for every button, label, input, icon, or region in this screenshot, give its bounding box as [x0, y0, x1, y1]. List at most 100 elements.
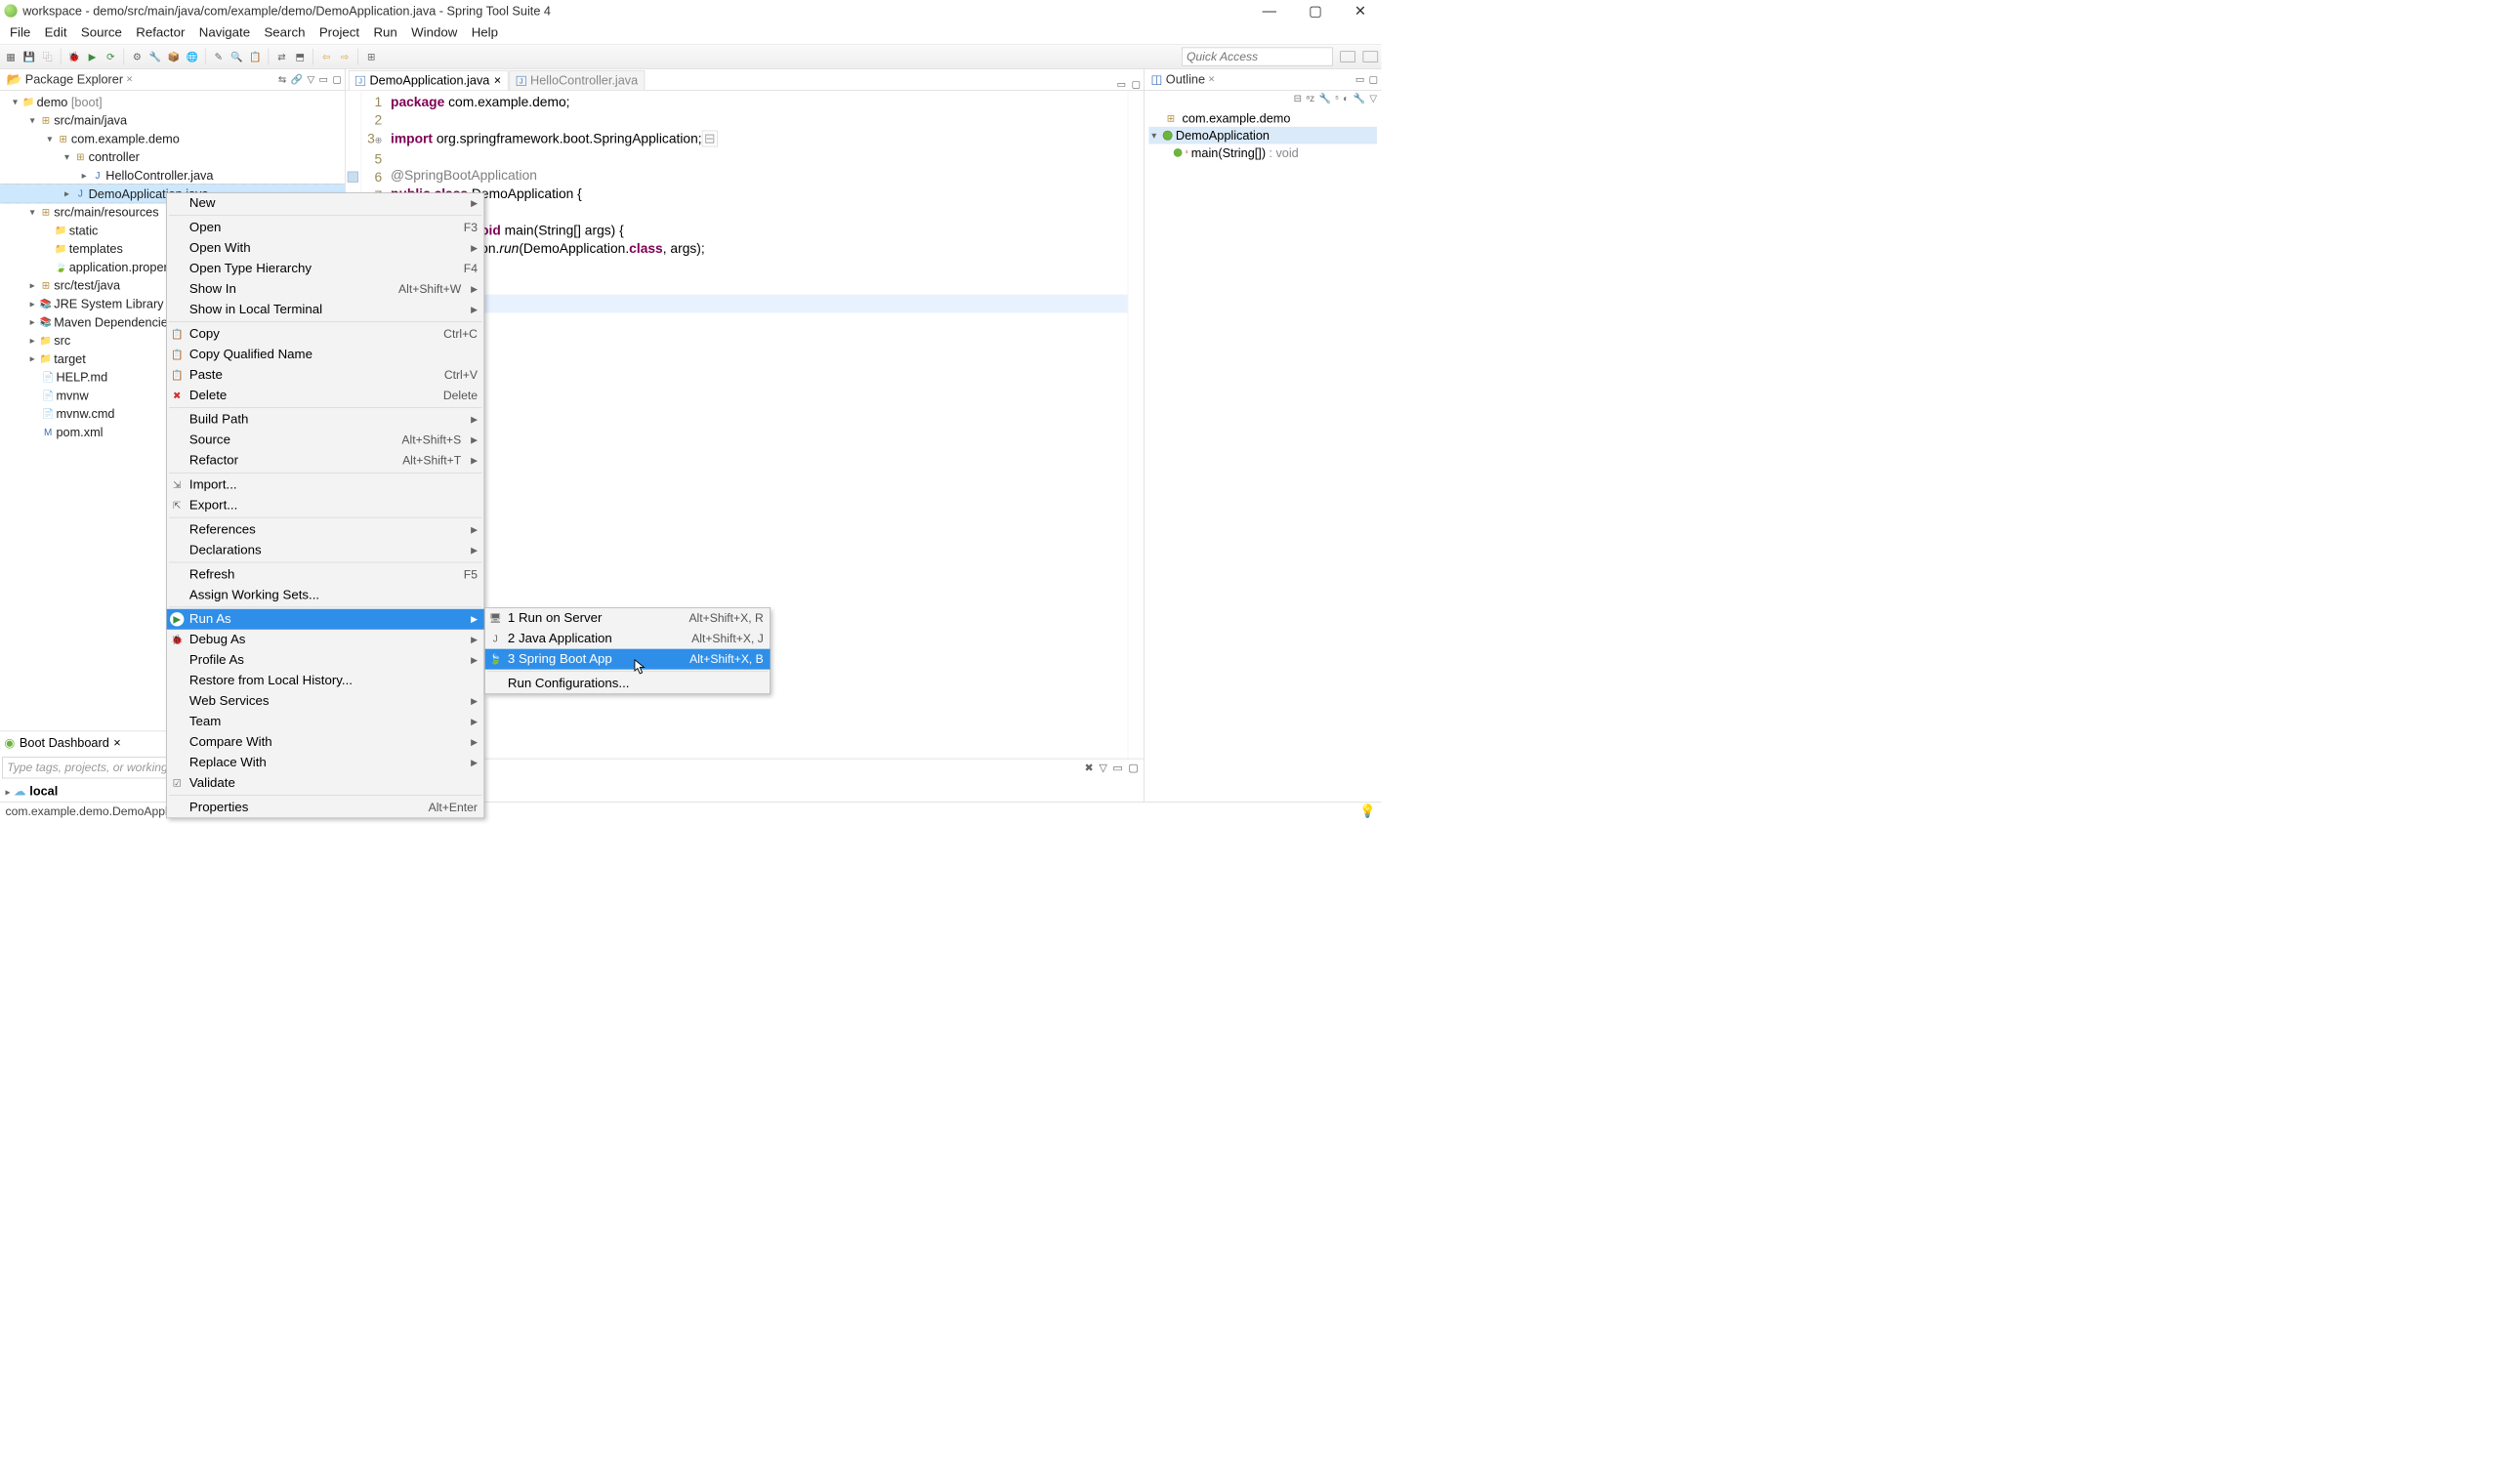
menu-item-open-type-hierarchy[interactable]: Open Type HierarchyF4 [167, 259, 484, 279]
editor-tab-hellocontroller[interactable]: J HelloController.java [509, 70, 645, 90]
overview-ruler[interactable] [1128, 91, 1145, 759]
hide-icon[interactable]: ◐ [1343, 93, 1349, 104]
close-button[interactable]: ✕ [1354, 2, 1366, 19]
sort-icon[interactable]: ⊟ [1294, 93, 1302, 104]
menu-item-copy[interactable]: 📋CopyCtrl+C [167, 324, 484, 345]
menu-file[interactable]: File [3, 23, 37, 43]
tool-icon[interactable]: 📋 [248, 49, 263, 63]
menu-item-refactor[interactable]: RefactorAlt+Shift+T▶ [167, 450, 484, 471]
menu-item-source[interactable]: SourceAlt+Shift+S▶ [167, 430, 484, 450]
menu-item-1-run-on-server[interactable]: 🖥1 Run on ServerAlt+Shift+X, R [485, 608, 771, 629]
menu-item-replace-with[interactable]: Replace With▶ [167, 753, 484, 773]
minimize-button[interactable]: — [1263, 2, 1276, 19]
nav-back-icon[interactable]: ⇦ [319, 49, 334, 63]
close-icon[interactable]: × [1208, 73, 1214, 86]
menu-item-web-services[interactable]: Web Services▶ [167, 691, 484, 712]
save-icon[interactable]: 💾 [21, 49, 36, 63]
hide-icon[interactable]: ˢ [1335, 93, 1338, 104]
menu-help[interactable]: Help [465, 23, 505, 43]
tool-icon[interactable]: ⬒ [292, 49, 307, 63]
tool-icon[interactable]: 🔧 [147, 49, 162, 63]
minimize-icon[interactable]: ▭ [1117, 79, 1126, 91]
menu-item-delete[interactable]: ✖DeleteDelete [167, 385, 484, 405]
close-icon[interactable]: × [494, 73, 501, 88]
menu-item-run-configurations-[interactable]: Run Configurations... [485, 674, 771, 694]
menu-item-refresh[interactable]: RefreshF5 [167, 564, 484, 585]
menu-item-new[interactable]: New▶ [167, 193, 484, 214]
view-menu-icon[interactable]: ▽ [307, 74, 314, 86]
maximize-icon[interactable]: ▢ [1132, 79, 1141, 91]
tool-icon[interactable]: ✎ [211, 49, 226, 63]
menu-item-run-as[interactable]: ▶Run As▶ [167, 609, 484, 630]
menu-item-restore-from-local-history-[interactable]: Restore from Local History... [167, 671, 484, 691]
menu-window[interactable]: Window [405, 23, 464, 43]
menu-item-validate[interactable]: ☑Validate [167, 773, 484, 794]
tool-icon[interactable]: ⇄ [274, 49, 289, 63]
debug-icon[interactable]: 🐞 [66, 49, 81, 63]
menu-item-show-in-local-terminal[interactable]: Show in Local Terminal▶ [167, 300, 484, 320]
menu-search[interactable]: Search [258, 23, 312, 43]
minimize-icon[interactable]: ▭ [1112, 762, 1122, 775]
menu-item-open-with[interactable]: Open With▶ [167, 238, 484, 259]
tip-icon[interactable]: 💡 [1359, 804, 1376, 819]
hide-icon[interactable]: 🔧 [1318, 93, 1330, 104]
menu-item-debug-as[interactable]: 🐞Debug As▶ [167, 630, 484, 650]
menu-item-compare-with[interactable]: Compare With▶ [167, 732, 484, 753]
minimize-icon[interactable]: ▭ [319, 74, 328, 86]
run-last-icon[interactable]: ⟳ [104, 49, 118, 63]
quick-access-input[interactable] [1182, 48, 1333, 66]
menu-navigate[interactable]: Navigate [192, 23, 257, 43]
menu-item-profile-as[interactable]: Profile As▶ [167, 650, 484, 671]
tool-icon[interactable]: 🔍 [229, 49, 244, 63]
perspective-debug-icon[interactable] [1363, 51, 1378, 62]
hide-icon[interactable]: 🔧 [1354, 93, 1365, 104]
collapse-icon[interactable]: ⇆ [278, 74, 286, 86]
nav-fwd-icon[interactable]: ⇨ [337, 49, 352, 63]
menu-item-copy-qualified-name[interactable]: 📋Copy Qualified Name [167, 344, 484, 364]
tool-icon[interactable]: ⚙ [130, 49, 145, 63]
menu-item-properties[interactable]: PropertiesAlt+Enter [167, 798, 484, 818]
menu-item-team[interactable]: Team▶ [167, 712, 484, 732]
remove-icon[interactable]: ✖ [1085, 762, 1094, 775]
menubar: File Edit Source Refactor Navigate Searc… [0, 21, 1381, 44]
perspective-java-icon[interactable] [1340, 51, 1354, 62]
outline-tree[interactable]: ⊞com.example.demo ▾DemoApplication ˢmain… [1145, 106, 1382, 165]
close-icon[interactable]: × [113, 736, 120, 751]
context-menu: New▶ OpenF3Open With▶Open Type HierarchyF… [166, 192, 484, 818]
filter-icon[interactable]: ᵃz [1306, 93, 1314, 104]
view-menu-icon[interactable]: ▽ [1369, 93, 1377, 104]
outline-class[interactable]: ▾DemoApplication [1148, 127, 1377, 144]
new-icon[interactable]: ▦ [3, 49, 18, 63]
menu-item-build-path[interactable]: Build Path▶ [167, 409, 484, 430]
menu-refactor[interactable]: Refactor [130, 23, 191, 43]
menu-item-paste[interactable]: 📋PasteCtrl+V [167, 364, 484, 385]
close-icon[interactable]: × [126, 73, 132, 86]
menu-item-declarations[interactable]: Declarations▶ [167, 540, 484, 560]
package-explorer-tab: 📂 Package Explorer × ⇆ 🔗 ▽ ▭ ▢ [0, 69, 345, 91]
menu-item-import-[interactable]: ⇲Import... [167, 474, 484, 495]
menu-edit[interactable]: Edit [38, 23, 73, 43]
maximize-button[interactable]: ▢ [1309, 2, 1322, 19]
menu-source[interactable]: Source [74, 23, 128, 43]
tool-icon[interactable]: 📦 [166, 49, 181, 63]
run-icon[interactable]: ▶ [85, 49, 100, 63]
menu-item-3-spring-boot-app[interactable]: 🍃3 Spring Boot AppAlt+Shift+X, B [485, 649, 771, 670]
perspective-icon[interactable]: ⊞ [363, 49, 378, 63]
maximize-icon[interactable]: ▢ [1128, 762, 1138, 775]
menu-item-open[interactable]: OpenF3 [167, 218, 484, 238]
link-icon[interactable]: 🔗 [291, 74, 303, 86]
menu-item-2-java-application[interactable]: J2 Java ApplicationAlt+Shift+X, J [485, 629, 771, 649]
maximize-icon[interactable]: ▢ [332, 74, 341, 86]
menu-item-export-[interactable]: ⇱Export... [167, 495, 484, 515]
minimize-icon[interactable]: ▭ [1355, 74, 1364, 86]
menu-run[interactable]: Run [367, 23, 404, 43]
menu-item-assign-working-sets-[interactable]: Assign Working Sets... [167, 585, 484, 605]
save-all-icon[interactable]: ⿻ [40, 49, 55, 63]
view-menu-icon[interactable]: ▽ [1099, 762, 1107, 775]
maximize-icon[interactable]: ▢ [1369, 74, 1378, 86]
editor-tab-demoapplication[interactable]: J DemoApplication.java × [349, 70, 508, 90]
menu-project[interactable]: Project [312, 23, 366, 43]
menu-item-references[interactable]: References▶ [167, 519, 484, 540]
menu-item-show-in[interactable]: Show InAlt+Shift+W▶ [167, 279, 484, 300]
tool-icon[interactable]: 🌐 [185, 49, 199, 63]
